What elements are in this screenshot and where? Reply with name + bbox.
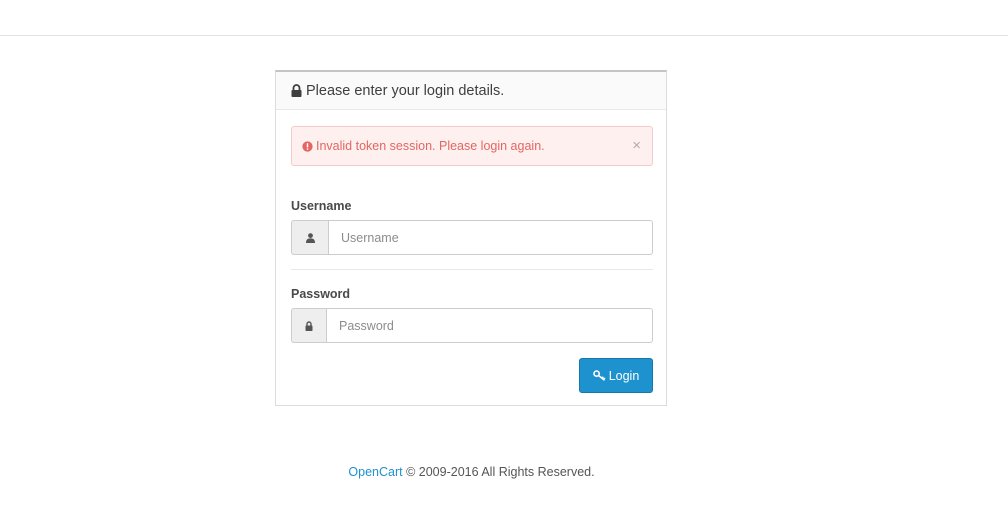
lock-icon xyxy=(305,320,313,331)
opencart-link[interactable]: OpenCart xyxy=(348,465,402,479)
exclamation-circle-icon xyxy=(302,140,313,152)
login-panel: Please enter your login details. Invalid… xyxy=(275,70,667,406)
username-addon xyxy=(291,220,328,255)
form-divider xyxy=(291,269,653,270)
username-label: Username xyxy=(291,199,352,213)
password-addon xyxy=(291,308,326,343)
user-icon xyxy=(305,232,315,243)
top-header-bar xyxy=(0,0,1008,36)
alert-message: Invalid token session. Please login agai… xyxy=(316,139,545,153)
panel-heading: Please enter your login details. xyxy=(276,72,666,110)
password-input-group xyxy=(291,308,653,343)
password-label: Password xyxy=(291,287,351,301)
password-input[interactable] xyxy=(326,308,653,343)
lock-icon xyxy=(291,84,302,97)
key-icon xyxy=(592,370,606,381)
error-alert: Invalid token session. Please login agai… xyxy=(291,126,653,166)
panel-heading-text: Please enter your login details. xyxy=(306,82,505,99)
login-button[interactable]: Login xyxy=(579,358,653,393)
username-input-group xyxy=(291,220,653,255)
login-button-label: Login xyxy=(608,368,640,383)
footer: OpenCart © 2009-2016 All Rights Reserved… xyxy=(0,465,943,479)
footer-copyright: © 2009-2016 All Rights Reserved. xyxy=(402,465,595,479)
alert-close-button[interactable]: × xyxy=(632,138,641,153)
username-input[interactable] xyxy=(328,220,653,255)
